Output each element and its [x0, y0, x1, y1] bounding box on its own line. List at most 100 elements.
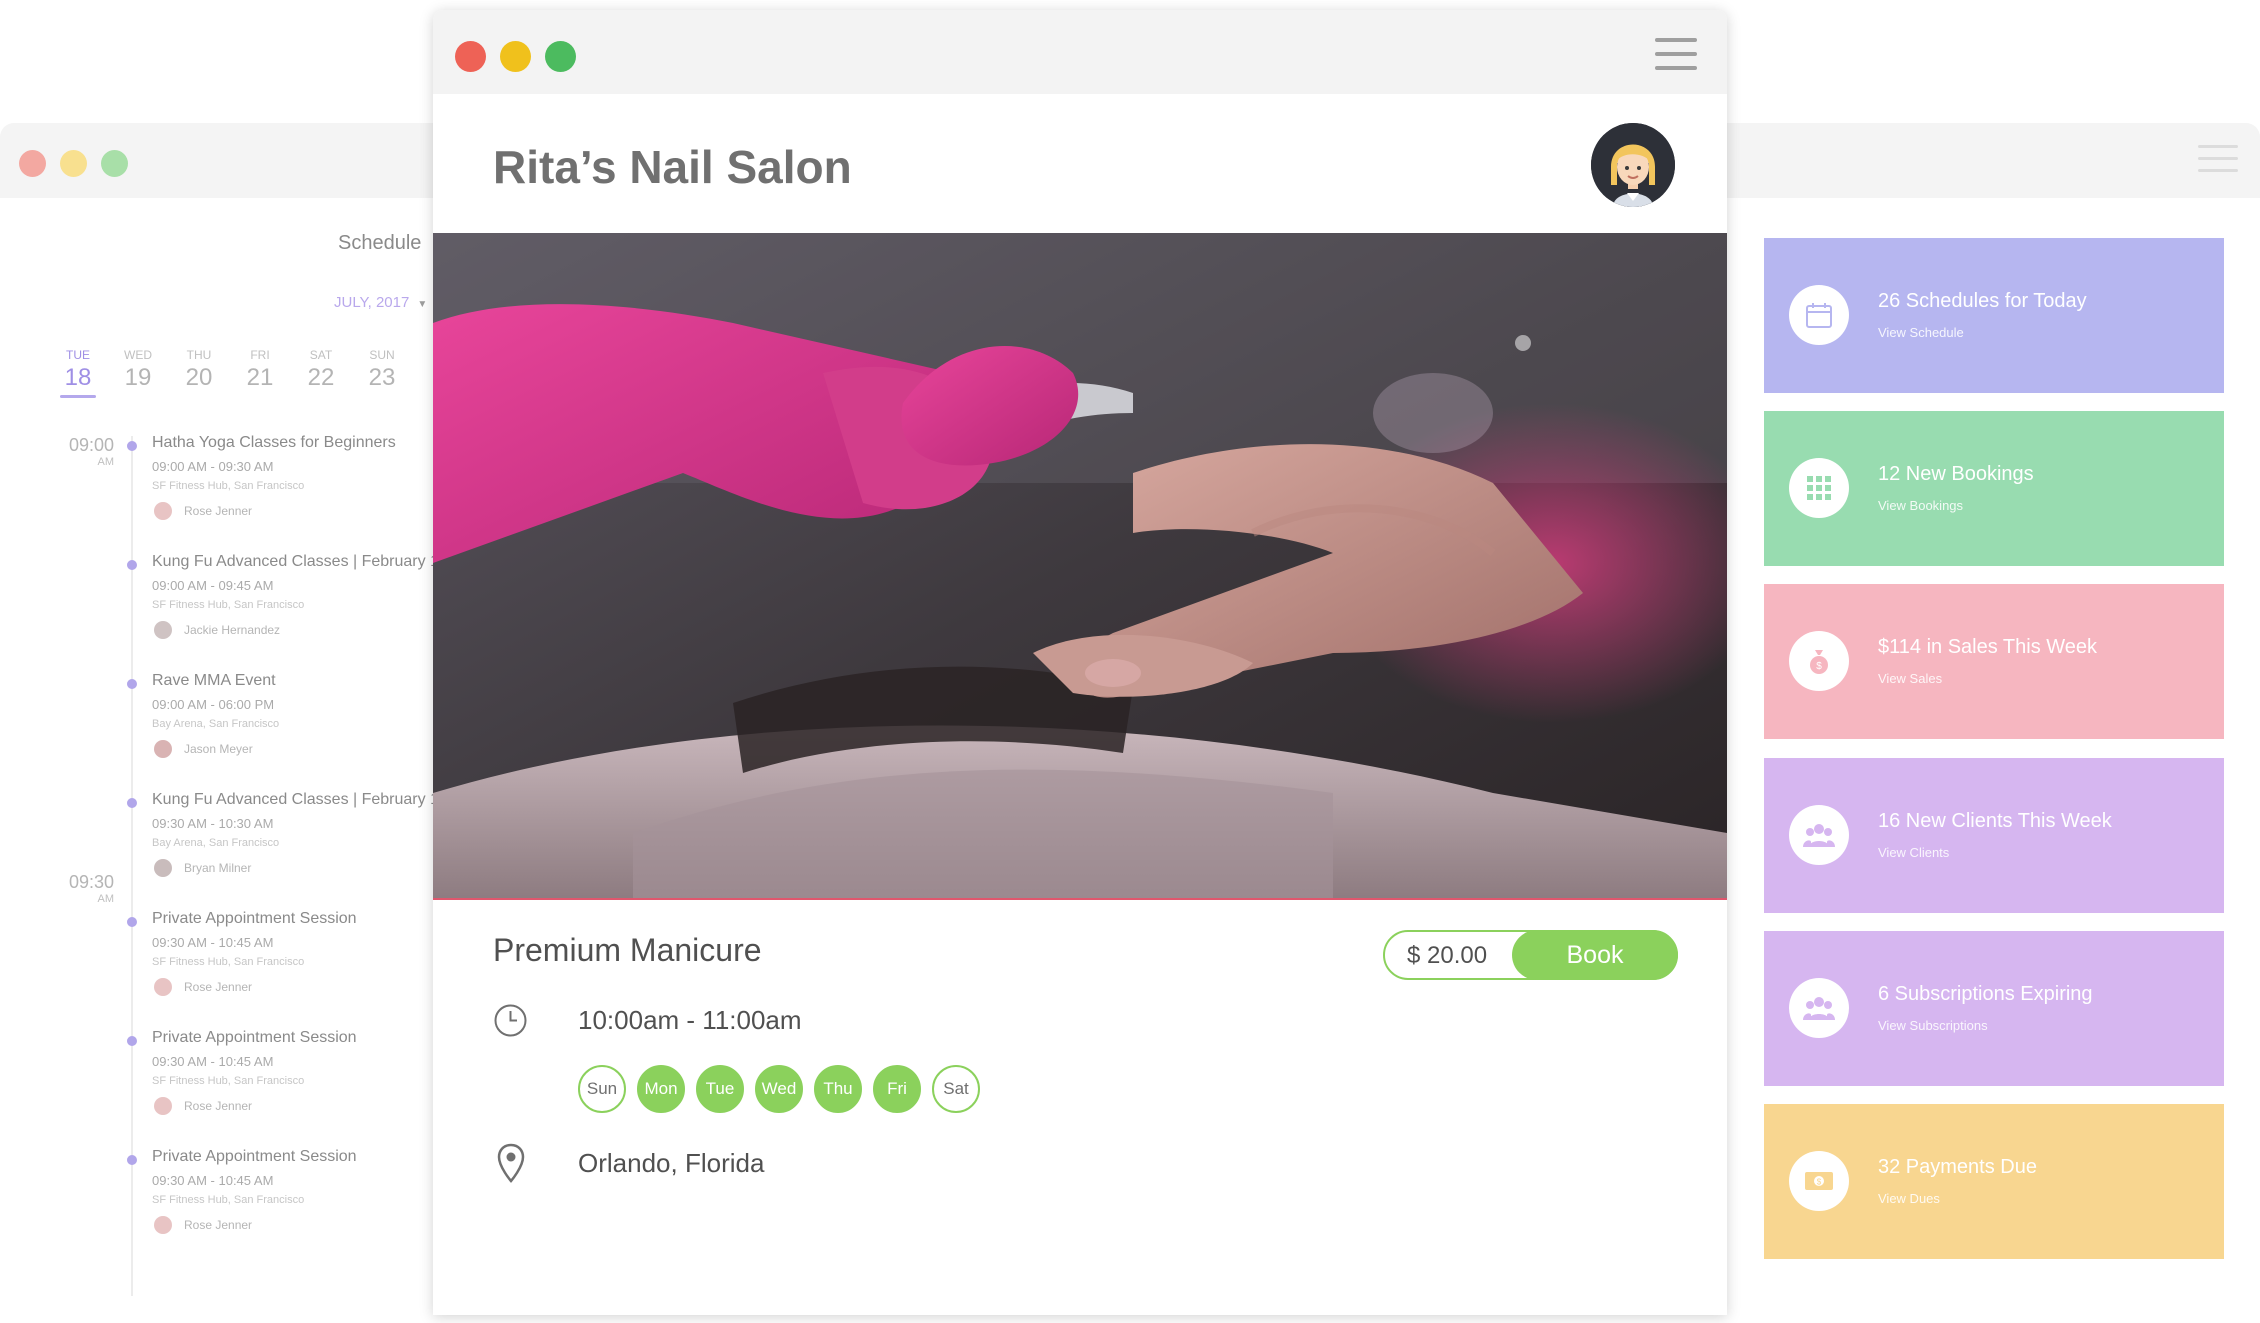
- hamburger-menu-icon[interactable]: [1655, 38, 1697, 70]
- day-number: 23: [368, 364, 396, 391]
- day-name: SUN: [369, 348, 395, 362]
- chevron-down-icon: ▼: [417, 299, 428, 310]
- avatar: [154, 1097, 172, 1115]
- book-button[interactable]: Book: [1512, 930, 1678, 980]
- event-person: Rose Jenner: [184, 980, 253, 994]
- avatar: [154, 502, 172, 520]
- active-day-indicator: [60, 395, 96, 398]
- event-person: Rose Jenner: [184, 1099, 253, 1113]
- time-marker: 09:30 AM: [60, 872, 114, 905]
- ampm-label: AM: [97, 456, 115, 468]
- avatar[interactable]: [1591, 123, 1675, 207]
- day-name: SAT: [309, 348, 333, 362]
- card-link[interactable]: View Dues: [1878, 1191, 1940, 1206]
- card-title: 16 New Clients This Week: [1878, 810, 2112, 832]
- event-title: Private Appointment Session: [152, 1148, 357, 1165]
- price-label: $ 20.00: [1407, 942, 1488, 969]
- card-title: $114 in Sales This Week: [1878, 636, 2098, 658]
- maximize-window-button[interactable]: [101, 150, 128, 177]
- hamburger-menu-icon[interactable]: [2198, 145, 2238, 175]
- close-window-button[interactable]: [19, 150, 46, 177]
- card-title: 26 Schedules for Today: [1878, 290, 2087, 312]
- close-window-button[interactable]: [455, 41, 486, 72]
- card-title: 12 New Bookings: [1878, 463, 2034, 485]
- card-link[interactable]: View Clients: [1878, 845, 1949, 860]
- card-clients[interactable]: 16 New Clients This Week View Clients: [1764, 758, 2224, 913]
- hero-image: [433, 233, 1727, 900]
- day-tab[interactable]: FRI 21: [235, 348, 285, 392]
- service-location: Orlando, Florida: [578, 1148, 765, 1178]
- weekday-fri[interactable]: Fri: [873, 1065, 921, 1113]
- day-tab[interactable]: THU 20: [174, 348, 224, 392]
- window-titlebar: [433, 10, 1727, 94]
- event-location: SF Fitness Hub, San Francisco: [152, 599, 305, 611]
- day-tab[interactable]: SAT 22: [296, 348, 346, 392]
- calendar-icon: [1789, 285, 1849, 345]
- event-title: Hatha Yoga Classes for Beginners: [152, 434, 396, 451]
- subscriptions-icon: [1789, 978, 1849, 1038]
- card-link[interactable]: View Bookings: [1878, 498, 1963, 513]
- day-name: THU: [186, 348, 212, 362]
- event-title: Private Appointment Session: [152, 1029, 357, 1046]
- schedule-title: Schedule: [338, 232, 422, 254]
- avatar: [154, 740, 172, 758]
- card-link[interactable]: View Subscriptions: [1878, 1018, 1988, 1033]
- weekday-wed[interactable]: Wed: [755, 1065, 803, 1113]
- maximize-window-button[interactable]: [545, 41, 576, 72]
- avatar: [154, 621, 172, 639]
- event-title: Kung Fu Advanced Classes | February 1: [152, 791, 439, 808]
- day-name: FRI: [250, 348, 270, 362]
- day-tab[interactable]: TUE 18: [53, 348, 103, 398]
- card-payments[interactable]: $ 32 Payments Due View Dues: [1764, 1104, 2224, 1259]
- clients-icon: [1789, 805, 1849, 865]
- minimize-window-button[interactable]: [60, 150, 87, 177]
- grid-icon: [1789, 458, 1849, 518]
- day-number: 22: [307, 364, 335, 391]
- day-tab[interactable]: WED 19: [113, 348, 163, 392]
- card-sales[interactable]: $ $114 in Sales This Week View Sales: [1764, 584, 2224, 739]
- day-number: 18: [64, 364, 92, 391]
- event-dot: [127, 798, 137, 808]
- weekday-tue[interactable]: Tue: [696, 1065, 744, 1113]
- card-subscriptions[interactable]: 6 Subscriptions Expiring View Subscripti…: [1764, 931, 2224, 1086]
- event-person: Jackie Hernandez: [184, 623, 281, 637]
- avatar: [154, 859, 172, 877]
- day-number: 21: [246, 364, 274, 391]
- event-dot: [127, 1036, 137, 1046]
- day-tab[interactable]: SUN 23: [357, 348, 407, 392]
- event-time: 09:30 AM - 10:45 AM: [152, 935, 274, 950]
- weekday-thu[interactable]: Thu: [814, 1065, 862, 1113]
- booking-window: Rita’s Nail Salon Premium Manicure $ 20.…: [433, 10, 1727, 1315]
- schedule-panel: Schedule JULY, 2017 ▼ TUE 18 WED 19 THU 2…: [0, 198, 440, 1323]
- weekday-mon[interactable]: Mon: [637, 1065, 685, 1113]
- event-time: 09:30 AM - 10:30 AM: [152, 816, 274, 831]
- service-title: Premium Manicure: [493, 932, 762, 968]
- event-location: SF Fitness Hub, San Francisco: [152, 956, 305, 968]
- time-label: 09:00: [68, 435, 114, 455]
- month-selector[interactable]: JULY, 2017 ▼: [334, 294, 427, 311]
- money-bag-icon: $: [1789, 631, 1849, 691]
- day-number: 19: [124, 364, 152, 391]
- event-title: Rave MMA Event: [152, 672, 276, 689]
- weekday-sun[interactable]: Sun: [578, 1065, 626, 1113]
- event-time: 09:00 AM - 09:45 AM: [152, 578, 274, 593]
- card-schedules[interactable]: 26 Schedules for Today View Schedule: [1764, 238, 2224, 393]
- minimize-window-button[interactable]: [500, 41, 531, 72]
- card-link[interactable]: View Schedule: [1878, 325, 1964, 340]
- event-person: Rose Jenner: [184, 1218, 253, 1232]
- card-link[interactable]: View Sales: [1878, 671, 1942, 686]
- event-title: Private Appointment Session: [152, 910, 357, 927]
- event-time: 09:00 AM - 06:00 PM: [152, 697, 275, 712]
- event-person: Bryan Milner: [184, 861, 252, 875]
- event-person: Rose Jenner: [184, 504, 253, 518]
- event-location: Bay Arena, San Francisco: [152, 718, 280, 730]
- day-name: WED: [124, 348, 152, 362]
- event-title: Kung Fu Advanced Classes | February 1: [152, 553, 439, 570]
- day-number: 20: [185, 364, 213, 391]
- event-location: SF Fitness Hub, San Francisco: [152, 480, 305, 492]
- clock-icon: [494, 1004, 527, 1037]
- weekday-sat[interactable]: Sat: [932, 1065, 980, 1113]
- card-title: 32 Payments Due: [1878, 1156, 2037, 1178]
- card-bookings[interactable]: 12 New Bookings View Bookings: [1764, 411, 2224, 566]
- month-label: JULY, 2017: [334, 294, 410, 311]
